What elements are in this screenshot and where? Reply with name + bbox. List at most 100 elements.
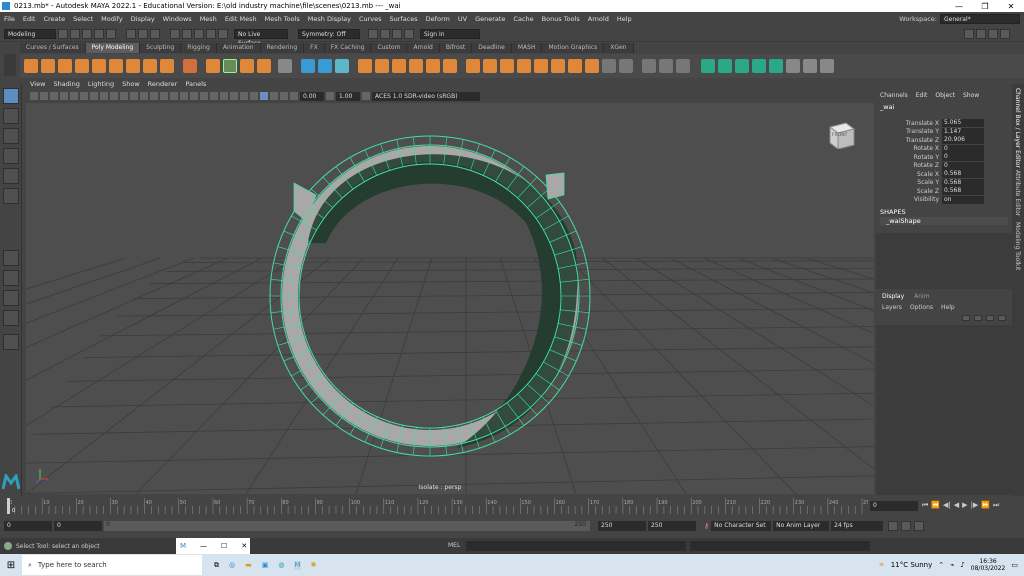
fill-hole-icon[interactable]	[534, 59, 548, 73]
shadows-icon[interactable]	[210, 92, 218, 100]
open-scene-icon[interactable]	[70, 28, 80, 39]
scene-start-field[interactable]: 0	[4, 521, 52, 531]
menu-display[interactable]: Display	[127, 15, 159, 23]
shelf-tab-sculpting[interactable]: Sculpting	[140, 43, 182, 53]
soften-edge-icon[interactable]	[769, 59, 783, 73]
viewport-menu-shading[interactable]: Shading	[53, 80, 79, 90]
symmetry-dropdown[interactable]: Symmetry: Off	[298, 28, 360, 39]
side-tab-channel-box[interactable]: Channel Box / Layer Editor	[1014, 88, 1021, 168]
append-to-poly-icon[interactable]	[517, 59, 531, 73]
menu-cache[interactable]: Cache	[509, 15, 537, 23]
xray-joints-icon[interactable]	[270, 92, 278, 100]
shape-name[interactable]: _waiShape	[880, 217, 1008, 225]
boolean-icon[interactable]	[426, 59, 440, 73]
poly-sphere-icon[interactable]	[24, 59, 38, 73]
go-to-end-icon[interactable]: ⏭	[993, 501, 999, 510]
menu-file[interactable]: File	[0, 15, 19, 23]
store-icon[interactable]: ▣	[262, 561, 269, 570]
menu-edit[interactable]: Edit	[19, 15, 40, 23]
poly-cylinder-icon[interactable]	[58, 59, 72, 73]
snap-point-icon[interactable]	[194, 28, 204, 39]
move-tool-icon[interactable]	[3, 148, 19, 164]
attr-value[interactable]: 5.065	[942, 119, 984, 128]
file-explorer-icon[interactable]: ▬	[245, 561, 252, 570]
viewport-menu-renderer[interactable]: Renderer	[148, 80, 178, 90]
attr-value[interactable]: 0.568	[942, 178, 984, 187]
menu-edit-mesh[interactable]: Edit Mesh	[221, 15, 261, 23]
ipr-render-icon[interactable]	[380, 28, 390, 39]
bend-deformer-icon[interactable]	[301, 59, 315, 73]
loop-icon[interactable]	[888, 521, 899, 531]
maximize-button[interactable]: ❐	[972, 2, 998, 11]
anim-prefs-icon[interactable]	[914, 521, 925, 531]
select-component-icon[interactable]	[150, 28, 160, 39]
live-surface-field[interactable]: No Live Surface	[234, 28, 288, 47]
attr-value[interactable]: 1.147	[942, 127, 984, 136]
new-layer-selected-icon[interactable]	[998, 315, 1006, 321]
four-view-icon[interactable]	[3, 270, 19, 286]
wireframe-icon[interactable]	[140, 92, 148, 100]
move-layer-up-icon[interactable]	[962, 315, 970, 321]
hypershade-icon[interactable]	[404, 28, 414, 39]
viewport-menu-panels[interactable]: Panels	[185, 80, 206, 90]
shelf-tab-fx[interactable]: FX	[304, 43, 325, 53]
redo-icon[interactable]	[106, 28, 116, 39]
quad-draw-icon[interactable]	[752, 59, 766, 73]
current-frame-field[interactable]: 0	[870, 501, 918, 511]
show-menu[interactable]: Show	[963, 92, 979, 99]
step-back-frame-icon[interactable]: ◀|	[943, 501, 951, 510]
minimize-button[interactable]: —	[946, 2, 972, 11]
poly-torus-icon[interactable]	[92, 59, 106, 73]
help-menu[interactable]: Help	[941, 304, 955, 311]
separate-icon[interactable]	[375, 59, 389, 73]
merge-icon[interactable]	[602, 59, 616, 73]
scale-tool-icon[interactable]	[3, 188, 19, 204]
character-set-dropdown[interactable]: No Character Set	[711, 521, 772, 531]
object-menu[interactable]: Object	[935, 92, 955, 99]
retopologize-icon[interactable]	[735, 59, 749, 73]
scale-values-icon[interactable]	[335, 59, 349, 73]
other-app-icon[interactable]: ✺	[311, 561, 317, 570]
menu-modify[interactable]: Modify	[97, 15, 127, 23]
shelf-tab-poly-modeling[interactable]: Poly Modeling	[85, 43, 141, 53]
viewport-menu-show[interactable]: Show	[122, 80, 140, 90]
svg-icon[interactable]	[257, 59, 271, 73]
lasso-tool-icon[interactable]	[3, 108, 19, 124]
poly-cube-icon[interactable]	[41, 59, 55, 73]
network-icon[interactable]: ⌁	[950, 561, 954, 569]
persp-outliner-icon[interactable]	[3, 290, 19, 306]
cross-icon[interactable]	[820, 59, 834, 73]
attr-value[interactable]: on	[942, 195, 984, 204]
safe-title-icon[interactable]	[130, 92, 138, 100]
wireframe-on-shaded-icon[interactable]	[170, 92, 178, 100]
attr-value[interactable]: 0.568	[942, 187, 984, 196]
search-icon[interactable]	[3, 334, 19, 350]
taskbar-search[interactable]: ⌕ Type here to search	[22, 555, 202, 575]
playback-end-field[interactable]: 250	[598, 521, 646, 531]
fps-dropdown[interactable]: 24 fps	[831, 521, 884, 531]
menu-generate[interactable]: Generate	[471, 15, 509, 23]
motion-blur-icon[interactable]	[230, 92, 238, 100]
attr-value[interactable]: 0	[942, 161, 984, 170]
new-scene-icon[interactable]	[58, 28, 68, 39]
exposure-field[interactable]: 0.00	[300, 91, 324, 101]
poly-disc-icon[interactable]	[126, 59, 140, 73]
windows-start-icon[interactable]: ⊞	[0, 560, 22, 571]
checker-icon[interactable]	[786, 59, 800, 73]
attr-value[interactable]: 0	[942, 144, 984, 153]
wedge-icon[interactable]	[551, 59, 565, 73]
shelf-tab-bifrost[interactable]: Bifrost	[439, 43, 473, 53]
attr-value[interactable]: 0.568	[942, 170, 984, 179]
play-forward-icon[interactable]: ▶	[962, 501, 967, 510]
xray-components-icon[interactable]	[280, 92, 288, 100]
step-back-key-icon[interactable]: ⏪	[931, 501, 940, 510]
auto-key-icon[interactable]: ⚷	[704, 522, 709, 530]
ambient-occlusion-icon[interactable]	[220, 92, 228, 100]
playback-start-field[interactable]: 0	[54, 521, 102, 531]
reduce-icon[interactable]	[718, 59, 732, 73]
shelf-tab-rigging[interactable]: Rigging	[181, 43, 217, 53]
rotate-tool-icon[interactable]	[3, 168, 19, 184]
snap-curve-icon[interactable]	[182, 28, 192, 39]
shelf-tab-arnold[interactable]: Arnold	[407, 43, 440, 53]
field-chart-icon[interactable]	[110, 92, 118, 100]
